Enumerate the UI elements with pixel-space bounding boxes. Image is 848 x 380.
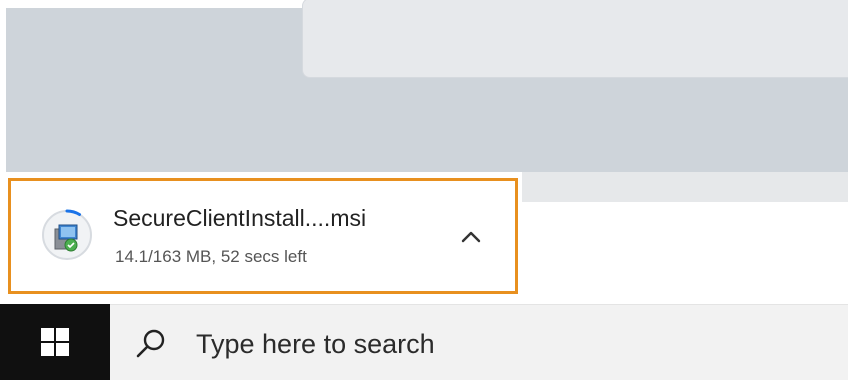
taskbar-search-box[interactable]: Type here to search [110, 304, 848, 380]
download-shelf: SecureClientInstall....msi 14.1/163 MB, … [0, 172, 848, 304]
download-status: 14.1/163 MB, 52 secs left [115, 247, 307, 266]
msi-installer-icon [41, 209, 93, 261]
search-placeholder: Type here to search [196, 329, 435, 359]
download-options-button[interactable] [451, 217, 491, 257]
search-icon [136, 329, 165, 358]
page-content-card [302, 0, 848, 78]
browser-page-area [6, 0, 848, 172]
download-item[interactable]: SecureClientInstall....msi 14.1/163 MB, … [8, 178, 518, 294]
shelf-background-band [522, 172, 848, 202]
start-button[interactable] [0, 304, 110, 380]
download-file-name: SecureClientInstall....msi [113, 205, 367, 231]
chevron-up-icon [461, 231, 481, 243]
windows-logo-icon [41, 328, 69, 356]
taskbar: Type here to search [0, 304, 848, 380]
